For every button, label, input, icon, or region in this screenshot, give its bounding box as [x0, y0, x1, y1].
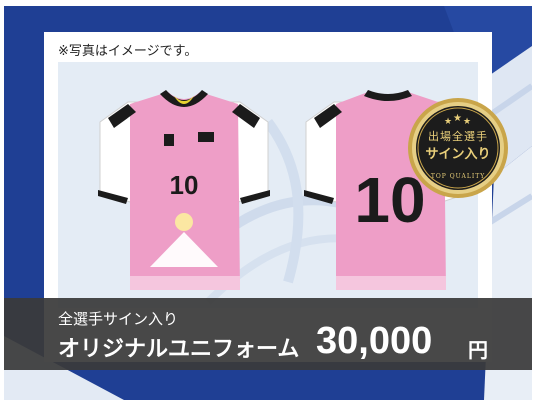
seal-line-2: サイン入り — [425, 147, 491, 162]
star-icon: ★ — [463, 117, 471, 127]
star-icon: ★ — [444, 117, 452, 127]
signed-seal-badge: ★ ★ ★ 出場全選手 サイン入り TOP QUALITY — [406, 96, 510, 200]
price-currency: 円 — [468, 338, 488, 362]
seal-line-3: TOP QUALITY — [430, 173, 486, 180]
product-price: 30,000 — [316, 320, 433, 362]
star-icon: ★ — [453, 113, 462, 124]
price-band: 全選手サイン入り オリジナルユニフォーム 30,000 円 — [4, 298, 532, 370]
front-number: 10 — [170, 170, 199, 200]
seal-line-1: 出場全選手 — [428, 130, 488, 143]
product-subtitle: 全選手サイン入り — [58, 310, 179, 328]
image-disclaimer: ※写真はイメージです。 — [58, 44, 198, 59]
product-title: オリジナルユニフォーム — [58, 337, 300, 362]
